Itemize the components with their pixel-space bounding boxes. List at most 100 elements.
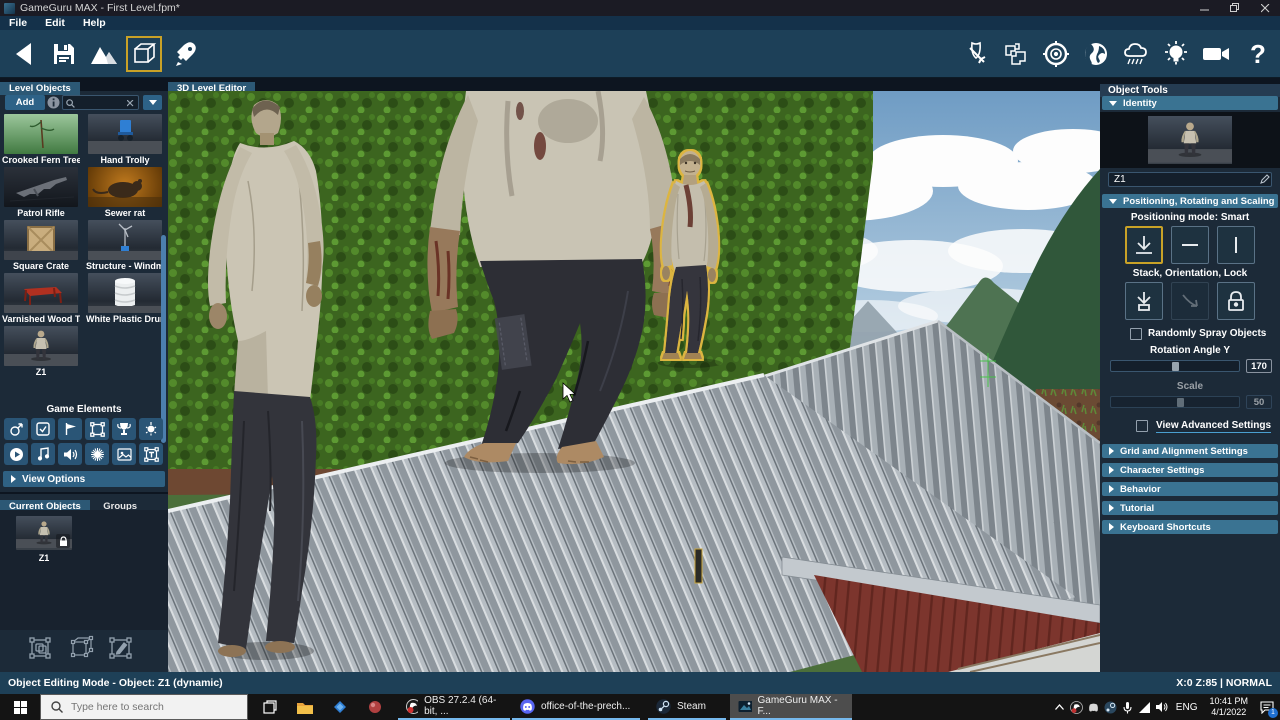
- light-icon[interactable]: [139, 418, 163, 440]
- object-item[interactable]: Square Crate: [2, 220, 80, 271]
- weather-icon[interactable]: [1118, 36, 1154, 72]
- add-object-button[interactable]: Add: [5, 95, 45, 110]
- scale-value[interactable]: 50: [1246, 395, 1272, 409]
- rotation-slider-handle[interactable]: [1172, 362, 1179, 371]
- tray-chevron-up-icon[interactable]: [1051, 694, 1068, 720]
- object-item[interactable]: Crooked Fern Tree: [2, 114, 80, 165]
- photos-app-icon[interactable]: [325, 694, 355, 720]
- vertical-mode-button[interactable]: [1217, 226, 1255, 264]
- 3d-viewport[interactable]: [168, 91, 1100, 672]
- current-object-item[interactable]: [16, 516, 72, 550]
- menu-edit[interactable]: Edit: [36, 17, 74, 29]
- test-game-button[interactable]: [168, 36, 204, 72]
- section-tutorial[interactable]: Tutorial: [1102, 501, 1278, 515]
- world-settings-icon[interactable]: [1078, 36, 1114, 72]
- combat-settings-icon[interactable]: [958, 36, 994, 72]
- object-item[interactable]: Varnished Wood Table: [2, 273, 80, 324]
- sound-icon[interactable]: [58, 443, 82, 465]
- menu-file[interactable]: File: [0, 17, 36, 29]
- task-view-icon[interactable]: [255, 694, 285, 720]
- orientation-button[interactable]: [1171, 282, 1209, 320]
- tray-language[interactable]: ENG: [1170, 702, 1204, 713]
- lighting-icon[interactable]: [1158, 36, 1194, 72]
- multi-select-icon[interactable]: [28, 634, 54, 660]
- tray-steam-icon[interactable]: [1102, 694, 1119, 720]
- notification-center-icon[interactable]: 1: [1254, 694, 1280, 720]
- 3d-level-editor-button[interactable]: [126, 36, 162, 72]
- taskbar-search[interactable]: [40, 694, 248, 720]
- object-item[interactable]: Sewer rat: [86, 167, 164, 218]
- object-name-input[interactable]: [1108, 172, 1272, 187]
- win-trophy-icon[interactable]: [112, 418, 136, 440]
- edit-mode-icon[interactable]: [108, 634, 134, 660]
- object-item[interactable]: White Plastic Drum: [86, 273, 164, 324]
- info-icon[interactable]: [47, 96, 60, 114]
- camera-icon[interactable]: [1198, 36, 1234, 72]
- text-icon[interactable]: [139, 443, 163, 465]
- help-icon[interactable]: ?: [1240, 36, 1276, 72]
- taskbar-app-obs[interactable]: OBS 27.2.4 (64-bit, ...: [398, 694, 510, 720]
- object-item[interactable]: Patrol Rifle: [2, 167, 80, 218]
- checkpoint-icon[interactable]: [31, 418, 55, 440]
- section-identity[interactable]: Identity: [1102, 96, 1278, 110]
- restore-button[interactable]: [1220, 0, 1250, 16]
- scale-slider[interactable]: [1110, 396, 1240, 408]
- menu-help[interactable]: Help: [74, 17, 115, 29]
- object-item[interactable]: Hand Trolly: [86, 114, 164, 165]
- lock-button[interactable]: [1217, 282, 1255, 320]
- taskbar-search-input[interactable]: [71, 701, 231, 713]
- tray-obs-icon[interactable]: [1068, 694, 1085, 720]
- tray-discord-icon[interactable]: [1085, 694, 1102, 720]
- object-item[interactable]: Z1: [2, 326, 80, 377]
- scale-slider-handle[interactable]: [1177, 398, 1184, 407]
- filter-dropdown-button[interactable]: [143, 95, 162, 110]
- terrain-editor-button[interactable]: [86, 36, 122, 72]
- start-button[interactable]: [0, 694, 40, 720]
- music-icon[interactable]: [31, 443, 55, 465]
- scope-icon[interactable]: [1038, 36, 1074, 72]
- object-item[interactable]: Structure - Windmill: [86, 220, 164, 271]
- game-app-icon[interactable]: [360, 694, 390, 720]
- view-options-bar[interactable]: View Options: [3, 471, 165, 487]
- snap-down-button[interactable]: [1125, 226, 1163, 264]
- horizontal-mode-button[interactable]: [1171, 226, 1209, 264]
- taskbar-app-steam[interactable]: Steam: [648, 694, 726, 720]
- play-icon[interactable]: [4, 443, 28, 465]
- flag-icon[interactable]: [58, 418, 82, 440]
- file-explorer-icon[interactable]: [290, 694, 320, 720]
- tray-microphone-icon[interactable]: [1119, 694, 1136, 720]
- clear-search-icon[interactable]: [127, 100, 134, 107]
- tray-volume-icon[interactable]: [1153, 694, 1170, 720]
- save-button[interactable]: [46, 36, 82, 72]
- zone-icon[interactable]: [85, 418, 109, 440]
- stack-button[interactable]: [1125, 282, 1163, 320]
- edit-pencil-icon[interactable]: [1260, 174, 1270, 184]
- object-thumb-table: [4, 273, 78, 313]
- view-advanced-checkbox[interactable]: [1136, 420, 1148, 432]
- group-select-icon[interactable]: [68, 634, 94, 660]
- particle-icon[interactable]: [85, 443, 109, 465]
- rotation-value[interactable]: 170: [1246, 359, 1272, 373]
- rotation-slider[interactable]: [1110, 360, 1240, 372]
- object-thumb-z1: [4, 326, 78, 366]
- section-positioning[interactable]: Positioning, Rotating and Scaling: [1102, 194, 1278, 208]
- section-grid-alignment[interactable]: Grid and Alignment Settings: [1102, 444, 1278, 458]
- object-search-input[interactable]: [62, 95, 139, 110]
- randomly-spray-checkbox[interactable]: [1130, 328, 1142, 340]
- taskbar-app-discord[interactable]: office-of-the-prech...: [512, 694, 640, 720]
- taskbar-app-gameguru[interactable]: GameGuru MAX - F...: [730, 694, 852, 720]
- close-button[interactable]: [1250, 0, 1280, 16]
- section-character-settings[interactable]: Character Settings: [1102, 463, 1278, 477]
- status-bar: Object Editing Mode - Object: Z1 (dynami…: [0, 672, 1280, 694]
- minimize-button[interactable]: [1190, 0, 1220, 16]
- back-button[interactable]: [6, 36, 42, 72]
- section-behavior[interactable]: Behavior: [1102, 482, 1278, 496]
- tray-network-icon[interactable]: [1136, 694, 1153, 720]
- objectives-icon[interactable]: [998, 36, 1034, 72]
- view-advanced-label[interactable]: View Advanced Settings: [1156, 420, 1271, 433]
- tray-clock[interactable]: 10:41 PM 4/1/2022: [1203, 696, 1254, 718]
- decal-image-icon[interactable]: [112, 443, 136, 465]
- section-keyboard-shortcuts[interactable]: Keyboard Shortcuts: [1102, 520, 1278, 534]
- tab-level-objects[interactable]: Level Objects: [0, 82, 80, 95]
- start-marker-icon[interactable]: [4, 418, 28, 440]
